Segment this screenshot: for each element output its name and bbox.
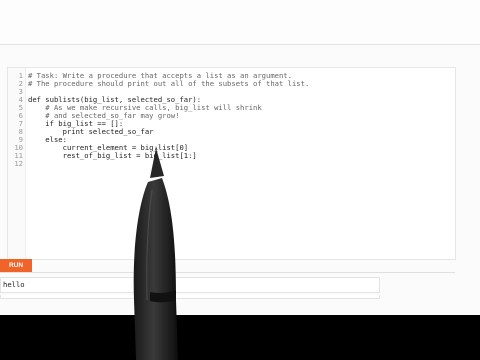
line-number: 12 bbox=[14, 159, 23, 168]
code-line: 8 print selected_so_far bbox=[8, 128, 455, 136]
ide-screen: 1 # Task: Write a procedure that accepts … bbox=[0, 0, 480, 315]
code-text: # The procedure should print out all of … bbox=[28, 79, 310, 88]
code-line: 12 bbox=[8, 160, 455, 168]
code-text: rest_of_big_list = big_list[1:] bbox=[28, 151, 197, 160]
top-bar bbox=[0, 0, 480, 45]
code-line: 11 rest_of_big_list = big_list[1:] bbox=[8, 152, 455, 160]
output-panel-secondary bbox=[0, 295, 380, 299]
output-panel: hello bbox=[0, 277, 380, 293]
output-text: hello bbox=[3, 280, 25, 289]
run-divider bbox=[0, 272, 455, 273]
code-editor[interactable]: 1 # Task: Write a procedure that accepts … bbox=[7, 67, 456, 260]
video-frame: 1 # Task: Write a procedure that accepts … bbox=[0, 0, 480, 360]
run-button[interactable]: RUN bbox=[0, 259, 32, 272]
code-line: 2 # The procedure should print out all of… bbox=[8, 80, 455, 88]
divider bbox=[0, 44, 480, 45]
